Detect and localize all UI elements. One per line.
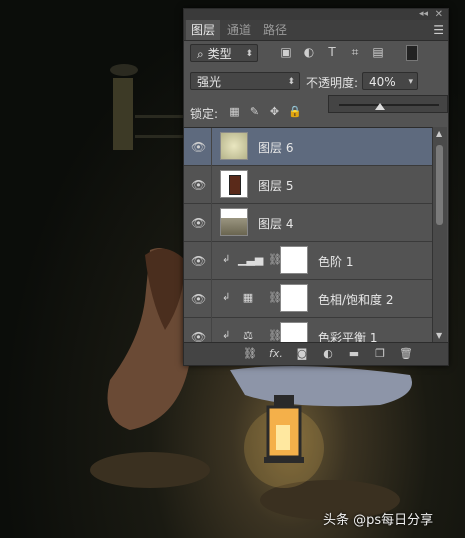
clip-arrow-icon: ↲ (222, 330, 231, 341)
filter-kind-select[interactable]: ⌕ 类型 ⬍ (190, 44, 258, 62)
layers-panel: ◂◂ ✕ 图层 通道 路径 ☰ ⌕ 类型 ⬍ ▣ ◐ T ⌗ ▤ 强光 ⬍ 不透… (183, 8, 449, 366)
tab-channels[interactable]: 通道 (222, 20, 256, 40)
tab-paths[interactable]: 路径 (258, 20, 292, 40)
eye-icon[interactable]: 👁 (191, 178, 206, 192)
smart-object-filter-icon[interactable]: ▤ (371, 45, 385, 59)
layers-scrollbar[interactable]: ▲ ▼ (432, 127, 447, 342)
eye-icon[interactable]: 👁 (191, 254, 206, 268)
layer-thumbnail (220, 132, 248, 160)
opacity-label: 不透明度: (306, 76, 359, 90)
layer-thumbnail (220, 170, 248, 198)
opacity-input[interactable]: 40% ▾ (362, 72, 418, 90)
adjustment-filter-icon[interactable]: ◐ (302, 45, 316, 59)
panel-bottom-toolbar: ⛓ fx. ◙ ◐ ▬ ❐ 🗑 (184, 342, 448, 365)
scroll-up-icon[interactable]: ▲ (436, 129, 442, 138)
collapse-icon[interactable]: ◂◂ (419, 9, 428, 20)
link-layers-icon[interactable]: ⛓ (242, 347, 258, 361)
panel-menu-icon[interactable]: ☰ (433, 23, 444, 37)
filter-toggle-icon[interactable] (406, 45, 418, 61)
chevron-down-icon[interactable]: ▾ (408, 73, 413, 91)
eye-icon[interactable]: 👁 (191, 292, 206, 306)
lamp-post (113, 78, 133, 150)
add-mask-icon[interactable]: ◙ (294, 347, 310, 361)
lantern (244, 395, 324, 488)
clip-arrow-icon: ↲ (222, 254, 231, 265)
layer-row[interactable]: 👁 ↲ ▦ ⛓ 色相/饱和度 2 (184, 280, 432, 318)
scroll-thumb[interactable] (436, 145, 443, 225)
filter-kind-label: 类型 (207, 47, 232, 61)
watermark: 头条 @ps每日分享 (323, 513, 434, 528)
panel-tabs: 图层 通道 路径 ☰ (184, 20, 448, 41)
close-icon[interactable]: ✕ (435, 9, 443, 20)
layer-name: 色阶 1 (318, 255, 354, 269)
shape-filter-icon[interactable]: ⌗ (348, 45, 362, 59)
lock-image-icon[interactable]: ✎ (248, 105, 261, 118)
lock-transparent-icon[interactable]: ▦ (228, 105, 241, 118)
new-adjustment-icon[interactable]: ◐ (320, 347, 336, 361)
chevron-updown-icon: ⬍ (287, 77, 295, 87)
opacity-value: 40% (369, 75, 396, 89)
levels-icon: ▁▃▅ (238, 253, 264, 266)
eye-icon[interactable]: 👁 (191, 140, 206, 154)
image-filter-icon[interactable]: ▣ (279, 45, 293, 59)
new-group-icon[interactable]: ▬ (346, 347, 362, 361)
layer-name: 色相/饱和度 2 (318, 293, 394, 307)
hue-saturation-icon: ▦ (242, 291, 254, 304)
chevron-updown-icon: ⬍ (245, 49, 253, 59)
layer-name: 图层 6 (258, 141, 294, 155)
layer-row[interactable]: 👁 ↲ ▁▃▅ ⛓ 色阶 1 (184, 242, 432, 280)
lock-label: 锁定: (190, 107, 219, 121)
opacity-slider[interactable] (328, 95, 448, 113)
color-balance-icon: ⚖ (243, 329, 253, 342)
layer-mask-thumbnail[interactable] (280, 322, 308, 343)
panel-titlebar[interactable]: ◂◂ ✕ (184, 9, 448, 20)
layer-name: 图层 5 (258, 179, 294, 193)
lock-all-icon[interactable]: 🔒 (288, 105, 302, 118)
clip-arrow-icon: ↲ (222, 292, 231, 303)
layer-name: 色彩平衡 1 (318, 331, 378, 343)
layer-mask-thumbnail[interactable] (280, 284, 308, 312)
layer-row[interactable]: 👁 图层 6 (184, 128, 432, 166)
blend-mode-label: 强光 (197, 75, 222, 89)
fx-icon[interactable]: fx. (268, 347, 284, 361)
layer-row[interactable]: 👁 图层 4 (184, 204, 432, 242)
layers-list: 👁 图层 6 👁 图层 5 👁 图层 4 👁 ↲ ▁▃▅ ⛓ 色阶 1 👁 ↲ … (184, 127, 432, 343)
type-filter-icon[interactable]: T (325, 45, 339, 59)
delete-layer-icon[interactable]: 🗑 (398, 347, 414, 361)
slider-track (339, 104, 439, 106)
layer-mask-thumbnail[interactable] (280, 246, 308, 274)
layer-thumbnail (220, 208, 248, 236)
blend-mode-select[interactable]: 强光 ⬍ (190, 72, 300, 90)
layer-name: 图层 4 (258, 217, 294, 231)
lock-position-icon[interactable]: ✥ (268, 105, 281, 118)
scroll-down-icon[interactable]: ▼ (436, 331, 442, 340)
new-layer-icon[interactable]: ❐ (372, 347, 388, 361)
layer-row[interactable]: 👁 图层 5 (184, 166, 432, 204)
dress (230, 366, 412, 407)
eye-icon[interactable]: 👁 (191, 216, 206, 230)
slider-thumb[interactable] (374, 103, 385, 110)
tab-layers[interactable]: 图层 (186, 20, 221, 40)
search-icon: ⌕ (197, 47, 204, 61)
layer-row[interactable]: 👁 ↲ ⚖ ⛓ 色彩平衡 1 (184, 318, 432, 343)
